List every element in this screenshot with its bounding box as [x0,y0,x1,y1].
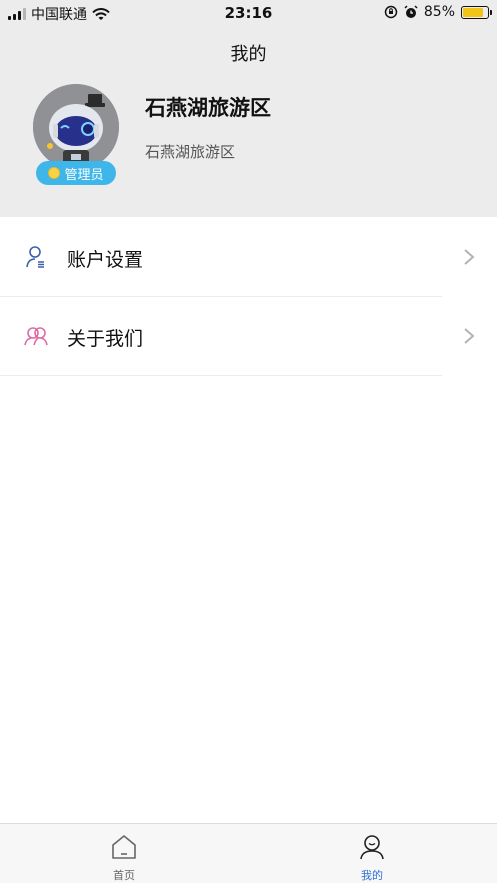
chevron-right-icon [464,249,475,265]
role-badge: 管理员 [36,161,116,185]
menu-item-account-settings[interactable]: 账户设置 [0,218,497,297]
menu-item-about-us[interactable]: 关于我们 [0,297,497,376]
tab-bar: 首页 我的 [0,823,497,883]
tab-label: 首页 [113,869,135,882]
status-bar: 中国联通 23:16 85% [0,0,497,26]
battery-icon [461,5,492,19]
users-icon [24,327,48,346]
status-right: 85% [384,4,492,20]
alarm-icon [404,5,418,18]
menu-item-label: 账户设置 [67,249,144,271]
coin-icon [48,167,61,179]
role-badge-label: 管理员 [64,167,104,183]
chevron-right-icon [464,328,475,344]
profile-subtitle: 石燕湖旅游区 [145,143,236,161]
tab-label: 我的 [361,869,383,882]
profile-header: 我的 管理员 石燕湖旅游区 石燕湖旅游区 [0,26,497,217]
robot-avatar-icon [33,84,119,170]
menu-item-label: 关于我们 [67,328,144,350]
tab-home[interactable]: 首页 [74,824,174,883]
profile-icon [360,835,384,860]
rotation-lock-icon [384,5,398,19]
home-icon [112,835,136,859]
battery-percent: 85% [423,4,455,20]
page-title: 我的 [230,44,267,65]
menu-divider [0,375,442,376]
user-settings-icon [26,246,44,268]
tab-profile[interactable]: 我的 [322,824,422,883]
profile-name: 石燕湖旅游区 [145,96,271,120]
avatar[interactable] [33,84,119,170]
